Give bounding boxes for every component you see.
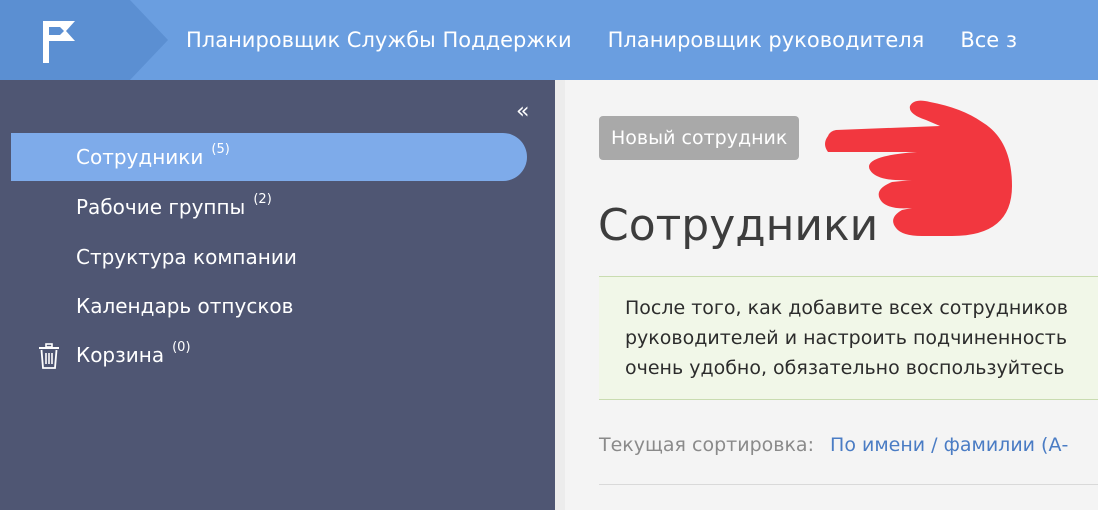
sidebar-item-count: (5) [211,141,230,157]
main-content: Новый сотрудник Сотрудники После того, к… [565,80,1098,510]
nav-link-all[interactable]: Все з [960,28,1017,52]
sidebar-item-label: Корзина [76,343,165,367]
nav-link-manager-planner[interactable]: Планировщик руководителя [608,28,925,52]
sidebar-item-label: Сотрудники [76,145,204,169]
sidebar: « Сотрудники (5) Рабочие группы (2) Стру… [0,80,555,510]
sidebar-item-count: (0) [172,339,191,355]
new-employee-button[interactable]: Новый сотрудник [599,116,800,160]
nav-link-helpdesk-planner[interactable]: Планировщик Службы Поддержки [186,28,572,52]
logo-area[interactable] [0,0,130,80]
notice-text-line: очень удобно, обязательно воспользуйтесь [625,357,1065,379]
top-nav: Планировщик Службы Поддержки Планировщик… [186,0,1017,80]
sort-value-link[interactable]: По имени / фамилии (А- [830,434,1068,456]
trash-icon [39,343,59,369]
sidebar-item-company-structure[interactable]: Структура компании [11,233,527,281]
sidebar-item-vacation-calendar[interactable]: Календарь отпусков [11,282,527,330]
sidebar-item-label: Рабочие группы [76,195,246,219]
info-notice: После того, как добавите всех сотруднико… [599,276,1098,400]
notice-text-line: руководителей и настроить подчиненность [625,327,1068,349]
collapse-sidebar-icon[interactable]: « [516,101,529,123]
flag-logo-icon[interactable] [40,21,80,63]
sidebar-item-work-groups[interactable]: Рабочие группы (2) [11,183,527,231]
sidebar-item-label: Структура компании [76,245,297,269]
sidebar-item-employees[interactable]: Сотрудники (5) [11,133,527,181]
content-divider [555,80,565,510]
notice-text-line: После того, как добавите всех сотруднико… [625,297,1068,319]
divider [599,484,1098,485]
sort-label: Текущая сортировка: [599,434,814,456]
top-navigation-bar: Планировщик Службы Поддержки Планировщик… [0,0,1098,80]
sidebar-item-count: (2) [253,191,272,207]
logo-arrow-shape [130,0,168,80]
sidebar-item-label: Календарь отпусков [76,294,294,318]
sort-row: Текущая сортировка: По имени / фамилии (… [599,434,1068,456]
sidebar-item-trash[interactable]: Корзина (0) [11,331,527,379]
page-title: Сотрудники [598,200,879,251]
